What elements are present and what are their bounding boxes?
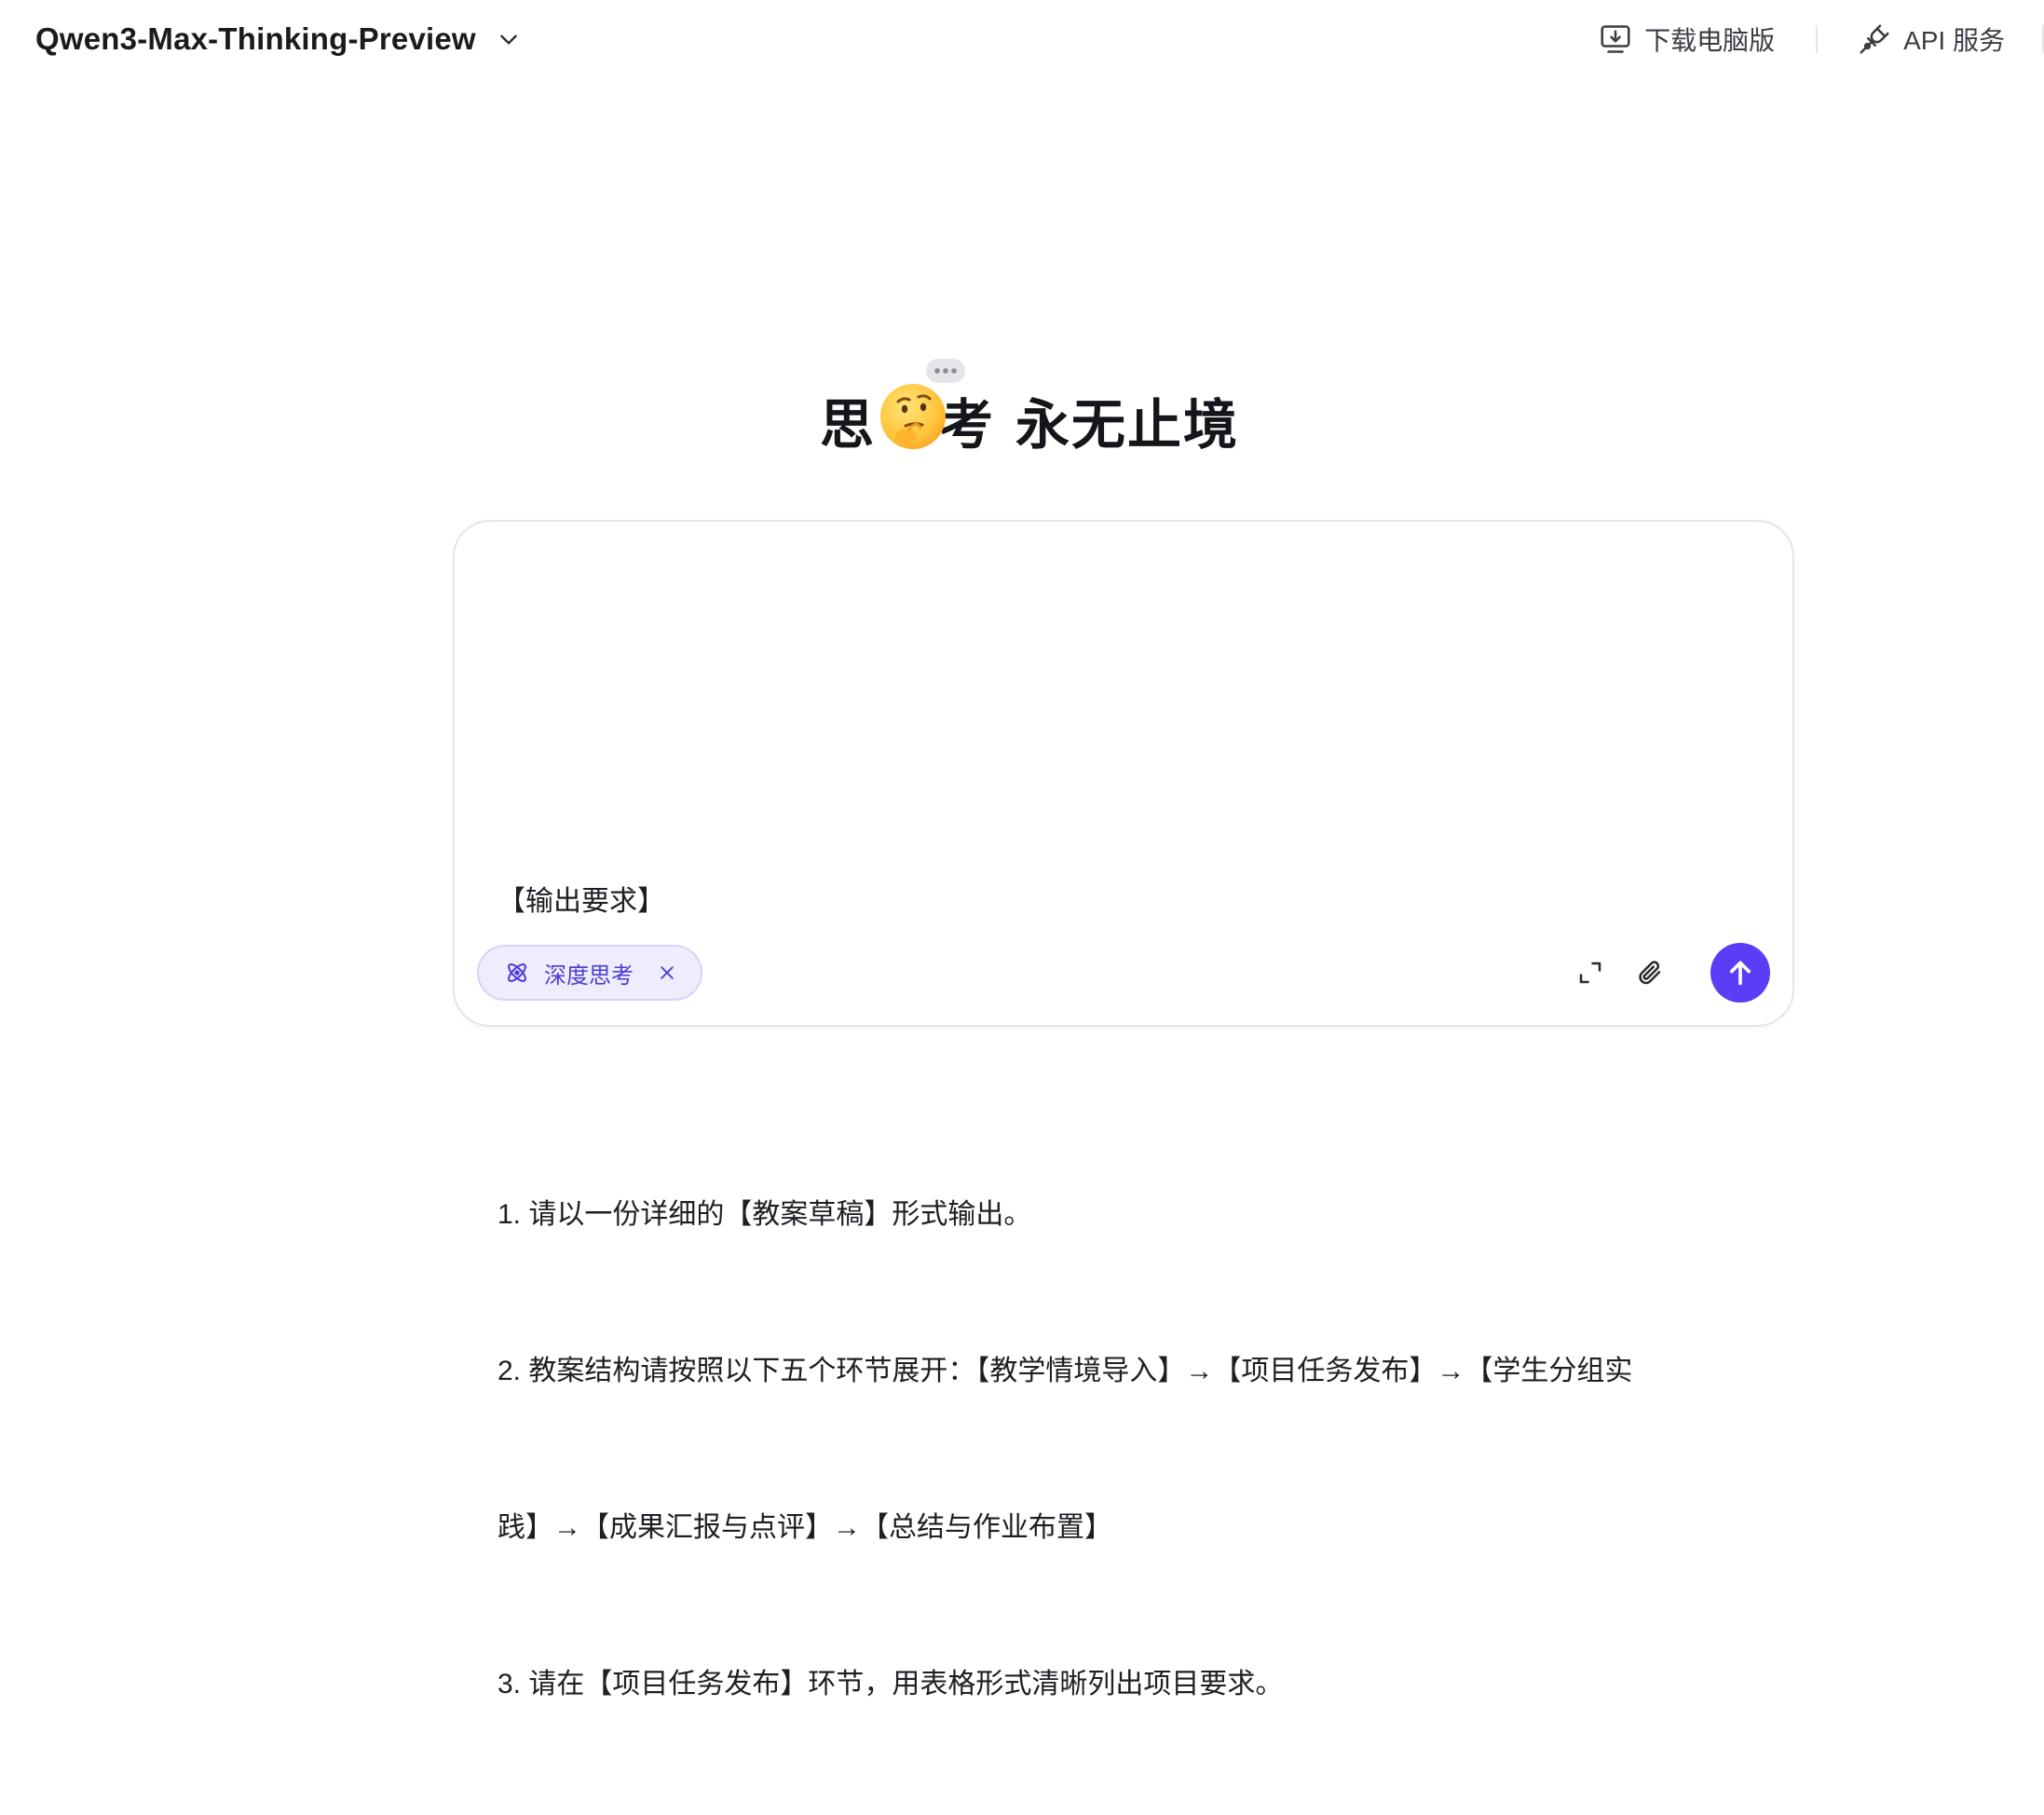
arrow-up-icon bbox=[1729, 961, 1751, 986]
prompt-line bbox=[497, 1032, 1746, 1085]
api-service-label: API 服务 bbox=[1903, 26, 2005, 55]
header-divider bbox=[1816, 25, 1819, 53]
input-toolbar: 深度思考 bbox=[477, 943, 1770, 1003]
prompt-line: 1. 请以一份详细的【教案草稿】形式输出。 bbox=[497, 1199, 1032, 1230]
monitor-download-icon bbox=[1598, 21, 1633, 57]
thinking-face-emoji-icon bbox=[874, 359, 965, 457]
model-name: Qwen3-Max-Thinking-Preview bbox=[35, 21, 476, 56]
prompt-line: 践】→【成果汇报与点评】→【总结与作业布置】 bbox=[497, 1512, 1112, 1543]
top-header: Qwen3-Max-Thinking-Preview 下载电脑版 API 服务 bbox=[0, 0, 2044, 78]
model-selector[interactable]: Qwen3-Max-Thinking-Preview bbox=[35, 17, 523, 61]
api-service-link[interactable]: API 服务 bbox=[1857, 20, 2005, 58]
hero-text-part1: 思 bbox=[819, 395, 876, 456]
input-tools bbox=[1574, 943, 1770, 1003]
download-desktop-label: 下载电脑版 bbox=[1644, 26, 1776, 55]
plug-icon bbox=[1857, 21, 1892, 57]
send-button[interactable] bbox=[1710, 943, 1770, 1003]
paperclip-icon[interactable] bbox=[1634, 957, 1666, 989]
prompt-line bbox=[497, 719, 1746, 771]
chat-input-card[interactable]: 【输出要求】 1. 请以一份详细的【教案草稿】形式输出。 2. 教案结构请按照以… bbox=[453, 520, 1794, 1699]
atom-icon bbox=[503, 959, 531, 987]
close-icon[interactable] bbox=[656, 962, 678, 984]
prompt-line: 2. 教案结构请按照以下五个环节展开：【教学情境导入】→【项目任务发布】→【学生… bbox=[497, 1356, 1633, 1386]
download-desktop-link[interactable]: 下载电脑版 bbox=[1598, 20, 1775, 58]
deep-thinking-label: 深度思考 bbox=[544, 962, 634, 989]
prompt-line: 【输出要求】 bbox=[497, 886, 665, 917]
prompt-line: 3. 请在【项目任务发布】环节，用表格形式清晰列出项目要求。 bbox=[497, 1669, 1284, 1699]
deep-thinking-chip[interactable]: 深度思考 bbox=[477, 945, 702, 1001]
hero-title: 思 考 永无止境 bbox=[819, 359, 1240, 459]
hero: 思 考 永无止境 bbox=[0, 359, 2044, 471]
prompt-input[interactable]: 【输出要求】 1. 请以一份详细的【教案草稿】形式输出。 2. 教案结构请按照以… bbox=[497, 615, 1746, 1815]
chevron-down-icon bbox=[495, 25, 523, 53]
header-actions: 下载电脑版 API 服务 bbox=[1598, 17, 2044, 61]
hero-text-part3: 永无止境 bbox=[1015, 395, 1240, 456]
expand-icon[interactable] bbox=[1574, 957, 1606, 989]
